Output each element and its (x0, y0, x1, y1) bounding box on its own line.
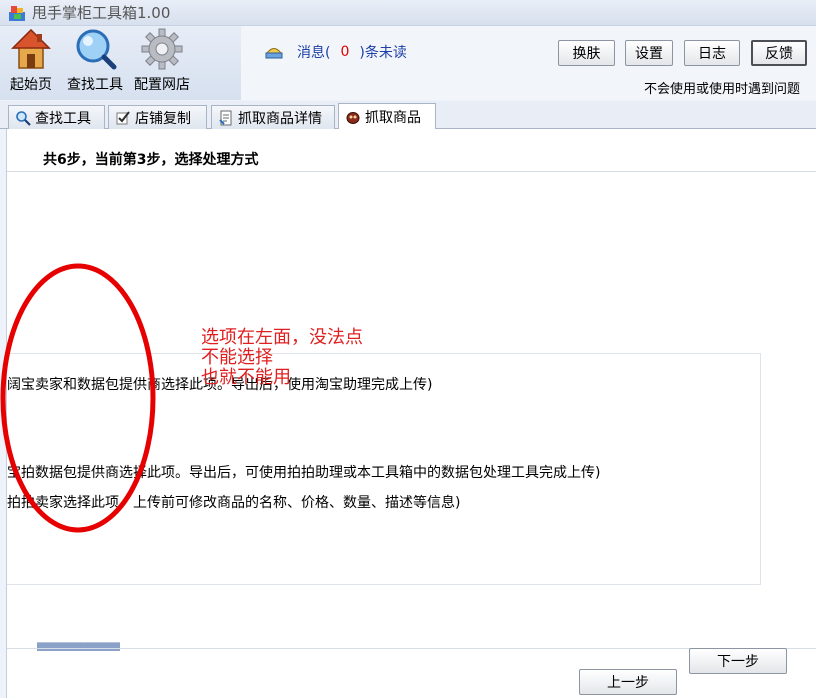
tab-grab-details[interactable]: 抓取商品详情 (211, 105, 335, 129)
tab-label: 抓取商品 (365, 110, 421, 126)
annotation-text: 选项在左面，没法点 不能选择 也就不能用 (201, 328, 363, 388)
toolbar: 起始页 查找工具 配置网店 消息(0)条未读 换肤 设置 日志 反馈 不会使… (0, 26, 816, 100)
settings-button[interactable]: 设置 (625, 40, 673, 66)
step-title: 共6步，当前第3步，选择处理方式 (43, 152, 259, 168)
message-indicator[interactable]: 消息( 0 )条未读 (265, 42, 407, 62)
house-icon (11, 28, 51, 69)
gear-icon (141, 28, 183, 70)
app-logo-icon (9, 5, 25, 21)
configure-store-button[interactable]: 配置网店 (131, 28, 193, 96)
find-tools-button[interactable]: 查找工具 (64, 28, 126, 96)
configure-store-label: 配置网店 (134, 77, 190, 93)
message-suffix: )条未读 (359, 45, 407, 61)
next-button[interactable]: 下一步 (689, 648, 787, 674)
tab-store-copy[interactable]: 店铺复制 (108, 105, 207, 129)
annotation-line: 选项在左面，没法点 (201, 327, 363, 348)
annotation-line: 也就不能用 (201, 367, 291, 388)
log-button[interactable]: 日志 (684, 40, 740, 66)
tab-find-tools[interactable]: 查找工具 (8, 105, 105, 129)
tab-label: 查找工具 (35, 110, 91, 127)
help-notice[interactable]: 不会使用或使用时遇到问题 (644, 78, 800, 97)
divider (7, 171, 816, 172)
annotation-ellipse (0, 263, 156, 533)
title-bar: 甩手掌柜工具箱1.00 (0, 0, 816, 26)
message-icon (265, 48, 283, 59)
check-icon (116, 110, 130, 124)
message-prefix: 消息( (297, 45, 331, 61)
faint-link[interactable]: ▆▆▆▆▆▆▆▆▆ (37, 639, 120, 651)
tab-label: 抓取商品详情 (238, 110, 322, 127)
annotation-line: 不能选择 (201, 347, 273, 368)
home-button[interactable]: 起始页 (6, 28, 56, 96)
magnifier-icon (16, 110, 31, 126)
feedback-button[interactable]: 反馈 (751, 40, 807, 66)
unread-count: 0 (340, 44, 350, 60)
bug-icon (346, 112, 360, 124)
tab-strip: 查找工具 店铺复制 抓取商品详情 抓取商品 (0, 101, 816, 130)
previous-button[interactable]: 上一步 (579, 669, 677, 695)
window-title: 甩手掌柜工具箱1.00 (32, 4, 171, 22)
document-icon (219, 110, 232, 125)
magnifier-icon (76, 29, 117, 70)
skin-button[interactable]: 换肤 (558, 40, 615, 66)
tab-label: 店铺复制 (135, 110, 191, 127)
home-label: 起始页 (10, 77, 52, 93)
find-tools-label: 查找工具 (67, 77, 123, 93)
tab-grab-products[interactable]: 抓取商品 (338, 103, 436, 130)
